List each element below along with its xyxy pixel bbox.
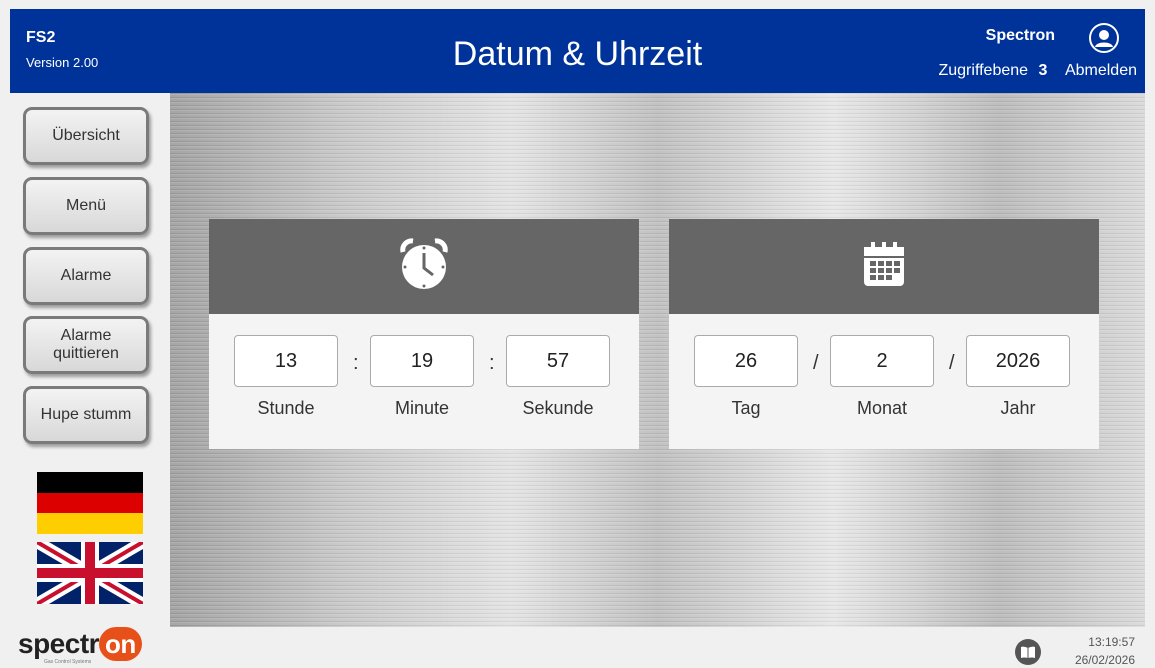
- date-separator: /: [813, 352, 819, 374]
- access-level-row: Zugriffebene 3 Abmelden: [938, 62, 1137, 80]
- status-date: 26/02/2026: [1074, 653, 1135, 667]
- time-separator: :: [489, 352, 495, 374]
- alarms-button[interactable]: Alarme: [23, 247, 149, 305]
- header-bar: FS2 Version 2.00 Datum & Uhrzeit Spectro…: [10, 9, 1145, 93]
- minute-input[interactable]: 19: [370, 335, 474, 387]
- main-area: 13 : 19 : 57 Stunde Minute Sekunde 26 / …: [170, 93, 1145, 627]
- acknowledge-alarms-button[interactable]: Alarme quittieren: [23, 316, 149, 374]
- mute-horn-button[interactable]: Hupe stumm: [23, 386, 149, 444]
- logo-on-badge: on: [99, 627, 142, 661]
- hour-input[interactable]: 13: [234, 335, 338, 387]
- uk-flag-icon[interactable]: [37, 542, 143, 604]
- logo-text: spectr: [18, 628, 100, 659]
- access-level-value: 3: [1038, 62, 1048, 79]
- calendar-icon: [861, 239, 907, 294]
- overview-button[interactable]: Übersicht: [23, 107, 149, 165]
- second-input[interactable]: 57: [506, 335, 610, 387]
- logo-tagline: Gas Control Systems: [44, 659, 92, 665]
- user-name: Spectron: [985, 27, 1055, 44]
- time-panel-body: 13 : 19 : 57 Stunde Minute Sekunde: [209, 314, 639, 449]
- spectron-logo: spectr on: [18, 627, 142, 661]
- day-label: Tag: [731, 398, 761, 418]
- day-input[interactable]: 26: [694, 335, 798, 387]
- user-avatar-icon[interactable]: [1089, 23, 1119, 53]
- year-label: Jahr: [1000, 398, 1036, 418]
- date-panel-header: [669, 219, 1099, 314]
- minute-label: Minute: [394, 398, 450, 418]
- date-panel-body: 26 / 2 / 2026 Tag Monat Jahr: [669, 314, 1099, 449]
- date-panel: 26 / 2 / 2026 Tag Monat Jahr: [669, 219, 1099, 449]
- time-panel-header: [209, 219, 639, 314]
- manual-book-icon[interactable]: [1015, 639, 1041, 665]
- year-input[interactable]: 2026: [966, 335, 1070, 387]
- access-level-label: Zugriffebene: [938, 62, 1029, 79]
- time-panel: 13 : 19 : 57 Stunde Minute Sekunde: [209, 219, 639, 449]
- status-time: 13:19:57: [1088, 635, 1135, 649]
- second-label: Sekunde: [522, 398, 594, 418]
- sidebar: Übersicht Menü Alarme Alarme quittieren …: [10, 93, 170, 627]
- logout-link[interactable]: Abmelden: [1065, 62, 1137, 79]
- hour-label: Stunde: [257, 398, 315, 418]
- time-separator: :: [353, 352, 359, 374]
- menu-button[interactable]: Menü: [23, 177, 149, 235]
- month-label: Monat: [856, 398, 908, 418]
- status-bar: spectr on Gas Control Systems 13:19:57 26…: [10, 627, 1145, 668]
- date-separator: /: [949, 352, 955, 374]
- german-flag-icon[interactable]: [37, 472, 143, 534]
- month-input[interactable]: 2: [830, 335, 934, 387]
- alarm-clock-icon: [394, 234, 454, 299]
